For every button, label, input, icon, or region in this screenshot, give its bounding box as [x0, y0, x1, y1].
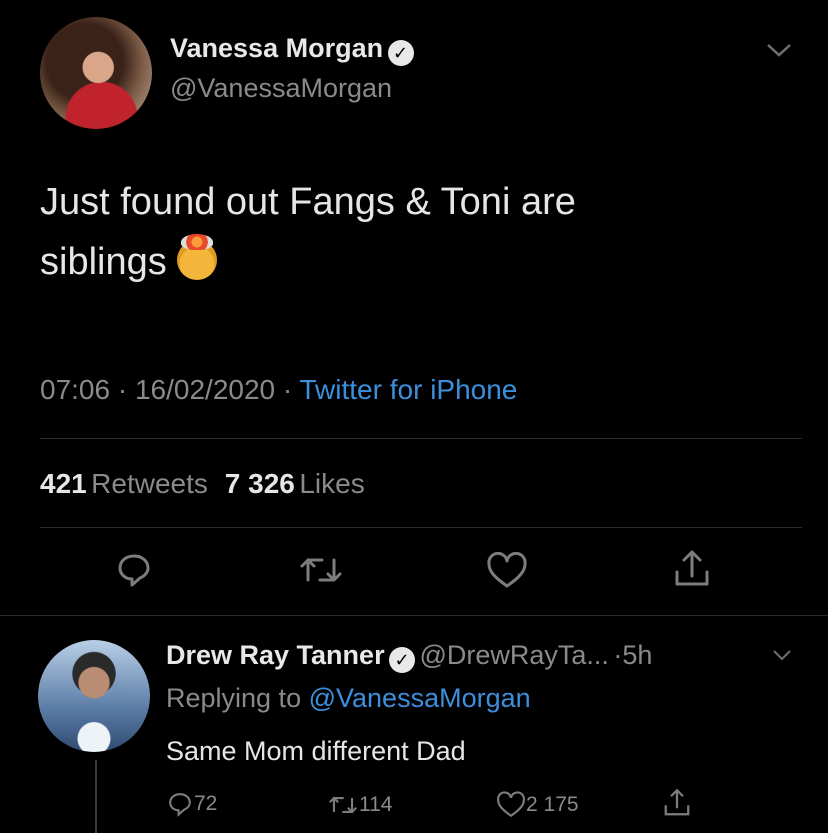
share-icon: [664, 788, 690, 816]
verified-badge-icon: ✓: [389, 646, 416, 673]
retweets-label: Retweets: [91, 468, 208, 499]
chevron-down-icon[interactable]: [772, 648, 792, 667]
reply-share-action[interactable]: [662, 787, 692, 824]
tweet-time: 07:06: [40, 374, 111, 405]
tweet-meta: 07:06 · 16/02/2020 · Twitter for iPhone: [40, 374, 517, 406]
likes-label: Likes: [299, 468, 365, 499]
author-name-row[interactable]: Vanessa Morgan ✓: [170, 33, 414, 66]
reply-retweet-count: 114: [359, 793, 393, 816]
share-icon[interactable]: [672, 548, 712, 595]
tweet-source-link[interactable]: Twitter for iPhone: [300, 374, 518, 405]
thread-line: [95, 760, 97, 833]
heart-icon[interactable]: [486, 551, 528, 595]
tweet-text-line2-row: siblings: [40, 232, 576, 292]
reply-icon[interactable]: [114, 550, 154, 595]
reply-time: 5h: [622, 640, 653, 670]
reply-header: Drew Ray Tanner ✓ @DrewRayTa... ·5h: [166, 640, 652, 673]
reply-text: Same Mom different Dad: [166, 736, 466, 766]
replying-to-label: Replying to: [166, 683, 302, 713]
verified-badge-icon: ✓: [387, 39, 414, 66]
reply-like-count: 2 175: [526, 793, 579, 816]
retweets-count: 421: [40, 468, 87, 499]
replying-to-line: Replying to @VanessaMorgan: [166, 683, 531, 714]
likes-count: 7 326: [224, 468, 295, 499]
divider: [0, 615, 828, 616]
retweet-icon: [329, 796, 357, 814]
retweets-stat[interactable]: 421 Retweets: [40, 468, 212, 499]
divider: [40, 438, 802, 439]
author-avatar[interactable]: [40, 17, 152, 129]
replying-to-handle[interactable]: @VanessaMorgan: [309, 683, 531, 713]
likes-stat[interactable]: 7 326 Likes: [225, 468, 365, 499]
reply-author-name[interactable]: Drew Ray Tanner: [166, 640, 385, 670]
meta-separator: ·: [282, 374, 300, 405]
reply-like-action[interactable]: 2 175: [496, 791, 579, 819]
author-handle[interactable]: @VanessaMorgan: [170, 73, 392, 104]
divider: [40, 527, 802, 528]
tweet-text: Just found out Fangs & Toni are siblings: [40, 172, 576, 292]
meta-separator: ·: [117, 374, 135, 405]
tweet-text-line2: siblings: [40, 241, 167, 283]
author-name[interactable]: Vanessa Morgan: [170, 33, 383, 63]
reply-author-handle[interactable]: @DrewRayTa...: [419, 640, 608, 670]
reply-reply-count: 72: [194, 792, 218, 815]
reply-author-avatar[interactable]: [38, 640, 150, 752]
heart-icon: [497, 791, 525, 818]
tweet-text-line1: Just found out Fangs & Toni are: [40, 181, 576, 223]
reply-reply-action[interactable]: 72: [166, 790, 217, 818]
reply-icon: [169, 793, 191, 817]
retweet-icon[interactable]: [298, 552, 344, 593]
exploding-head-emoji-icon: [177, 234, 218, 280]
tweet-date: 16/02/2020: [134, 374, 276, 405]
chevron-down-icon[interactable]: [766, 38, 792, 64]
reply-retweet-action[interactable]: 114: [327, 792, 392, 818]
tweet-stats: 421 Retweets 7 326 Likes: [40, 468, 365, 500]
